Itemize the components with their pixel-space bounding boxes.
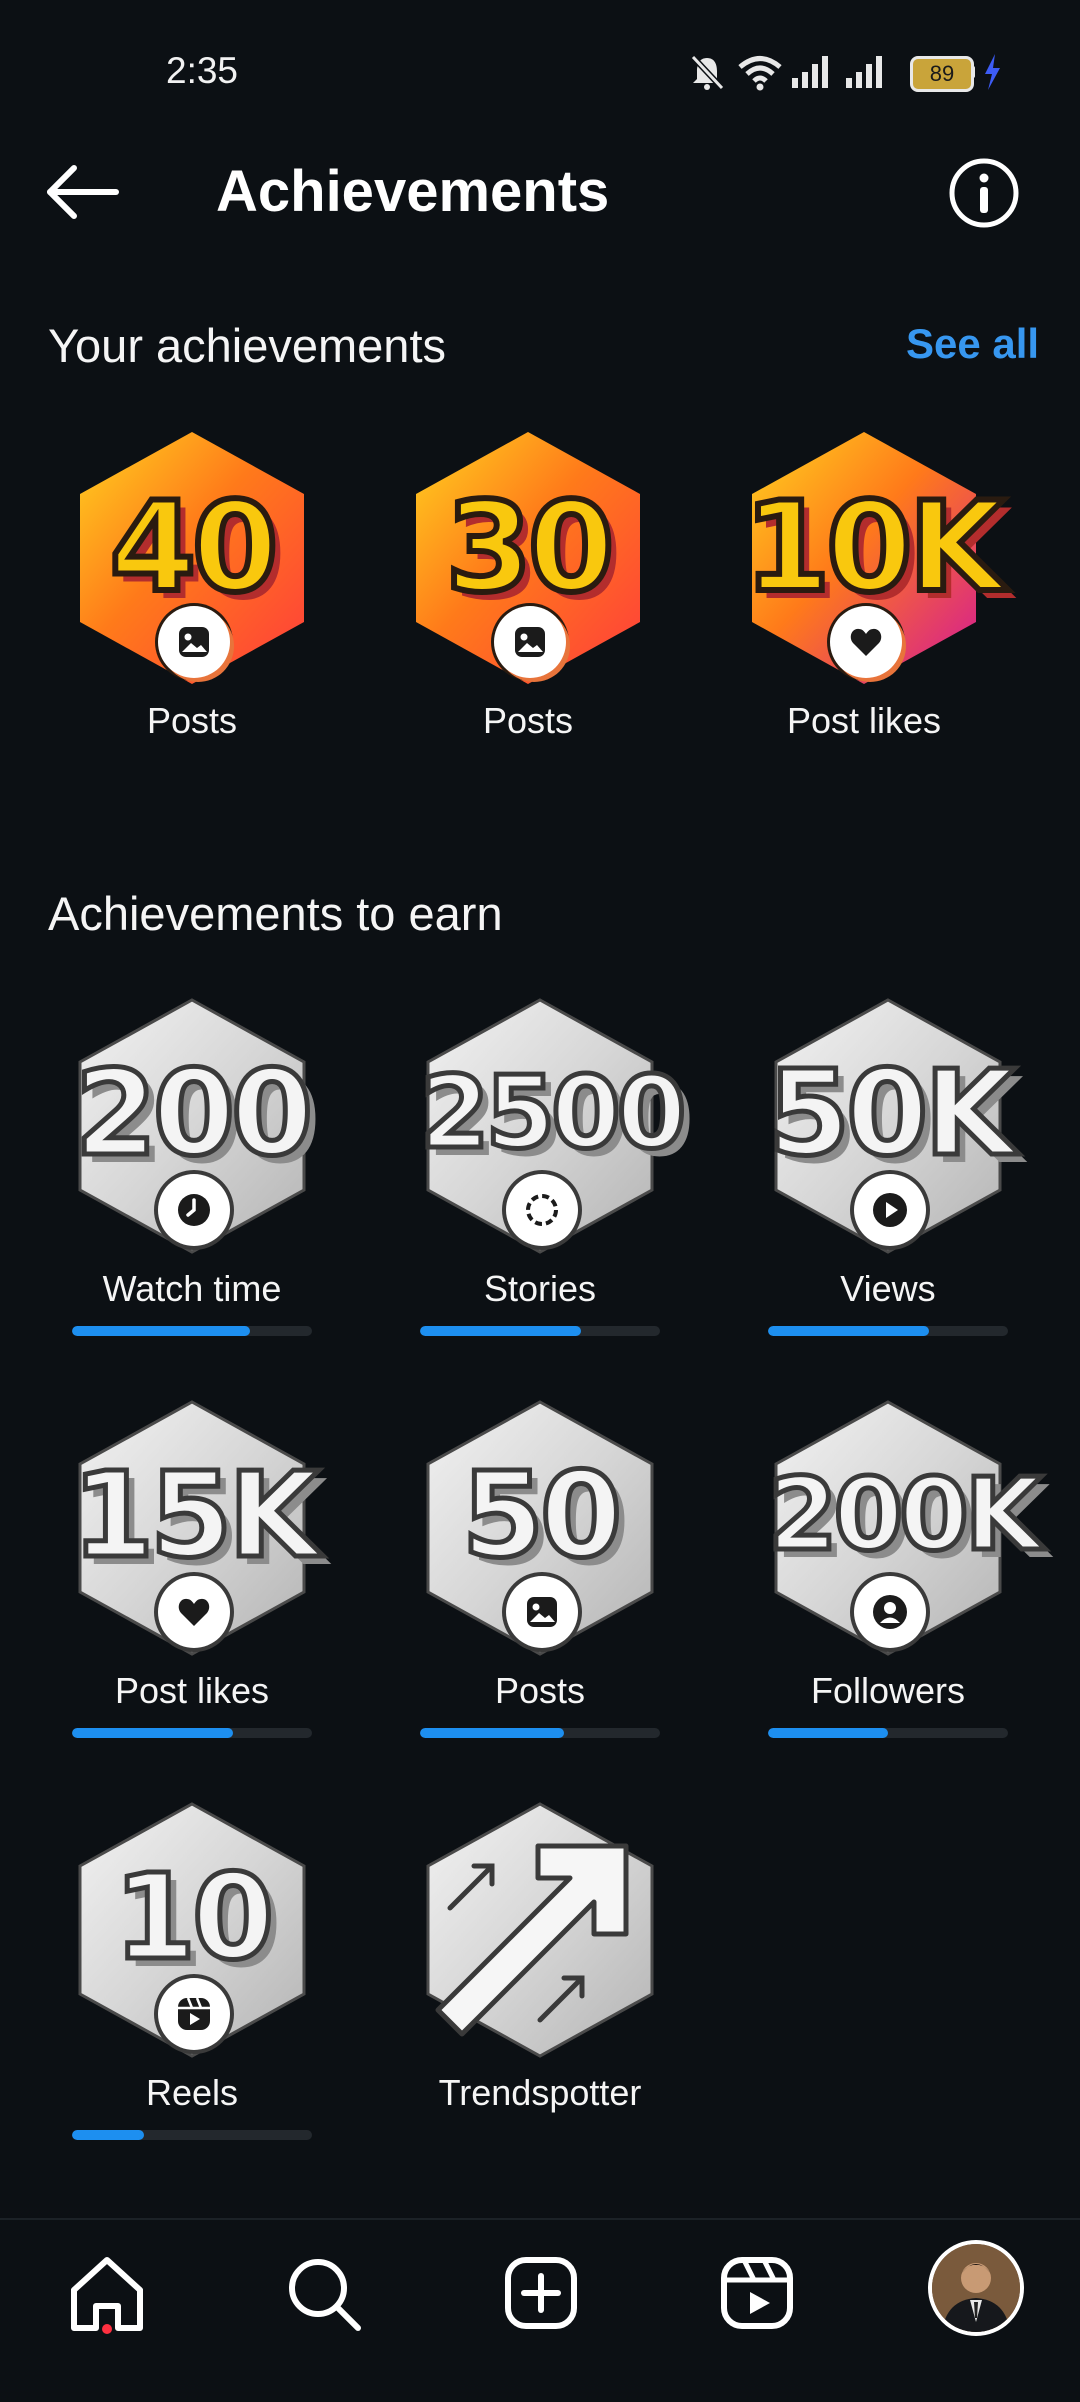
badge-label: Posts [494,1670,586,1711]
badge-label: Views [840,1268,936,1309]
page-title: Achievements [216,159,610,224]
progress-fill [72,1326,250,1336]
progress-fill [420,1728,564,1738]
image-icon [494,606,566,678]
badge-value: 50K [766,1042,1019,1185]
search-icon[interactable] [278,2248,368,2338]
badge-label: Followers [810,1670,966,1711]
profile-avatar[interactable] [928,2240,1024,2336]
charging-bolt-icon [985,54,1000,90]
progress-fill [72,2130,144,2140]
progress-bar [72,2130,312,2140]
badge-value: 200 [72,1042,315,1185]
achievement-badge[interactable]: 10K [741,428,1008,688]
progress-bar [72,1326,312,1336]
achievement-badge[interactable]: 10 [72,1800,312,2060]
see-all-link[interactable]: See all [906,320,1039,368]
achievements-to-earn-heading: Achievements to earn [48,887,503,940]
badge-label: Post likes [786,700,942,741]
person-icon [854,1576,926,1648]
reels-icon[interactable] [712,2248,802,2338]
reels-icon [158,1978,230,2050]
badge-label: Trendspotter [438,2072,642,2113]
badge-label: Watch time [102,1268,282,1309]
badge-value: 50 [459,1444,624,1587]
battery-tip [971,66,975,78]
image-icon [506,1576,578,1648]
badge-label: Post likes [114,1670,270,1711]
achievement-badge[interactable] [420,1800,660,2060]
badge-label: Stories [483,1268,597,1309]
achievement-badge[interactable]: 200 [72,996,316,1256]
badge-label: Posts [146,700,238,741]
badge-value: 15K [70,1444,323,1587]
battery-icon: 89 [910,56,974,92]
badge-value: 30 [443,473,618,623]
achievement-badge[interactable]: 200K [766,1398,1045,1658]
progress-bar [768,1728,1008,1738]
progress-bar [420,1326,660,1336]
badge-value: 40 [107,473,282,623]
back-arrow-button[interactable] [44,162,124,222]
heart-icon [830,606,902,678]
image-icon [158,606,230,678]
badge-value: 10K [741,473,1008,623]
progress-fill [72,1728,233,1738]
signal-icon [792,56,828,88]
home-notification-dot [102,2324,112,2334]
badge-value: 2500 [418,1052,689,1174]
play-icon [854,1174,926,1246]
progress-fill [768,1728,888,1738]
trending-arrow-icon [435,1843,629,2037]
achievement-badge[interactable]: 15K [70,1398,323,1658]
badge-value: 10 [111,1846,276,1989]
badge-label: Reels [145,2072,239,2113]
progress-fill [768,1326,929,1336]
badge-label: Posts [482,700,574,741]
clock-icon [158,1174,230,1246]
progress-fill [420,1326,581,1336]
create-icon[interactable] [496,2248,586,2338]
achievement-badge[interactable]: 30 [408,428,648,688]
achievement-badge[interactable]: 50 [420,1398,660,1658]
signal-icon [846,56,882,88]
mute-bell-icon [690,54,725,91]
badge-value: 200K [766,1454,1045,1576]
battery-level: 89 [929,61,955,86]
heart-icon [158,1576,230,1648]
progress-bar [72,1728,312,1738]
achievement-badge[interactable]: 40 [72,428,312,688]
your-achievements-heading: Your achievements [48,319,447,372]
wifi-icon [738,56,782,91]
story-ring-icon [506,1174,578,1246]
info-icon[interactable] [948,157,1020,229]
achievement-badge[interactable]: 50K [766,996,1019,1256]
progress-bar [420,1728,660,1738]
achievement-badge[interactable]: 2500 [418,996,689,1256]
status-time: 2:35 [166,50,239,91]
progress-bar [768,1326,1008,1336]
